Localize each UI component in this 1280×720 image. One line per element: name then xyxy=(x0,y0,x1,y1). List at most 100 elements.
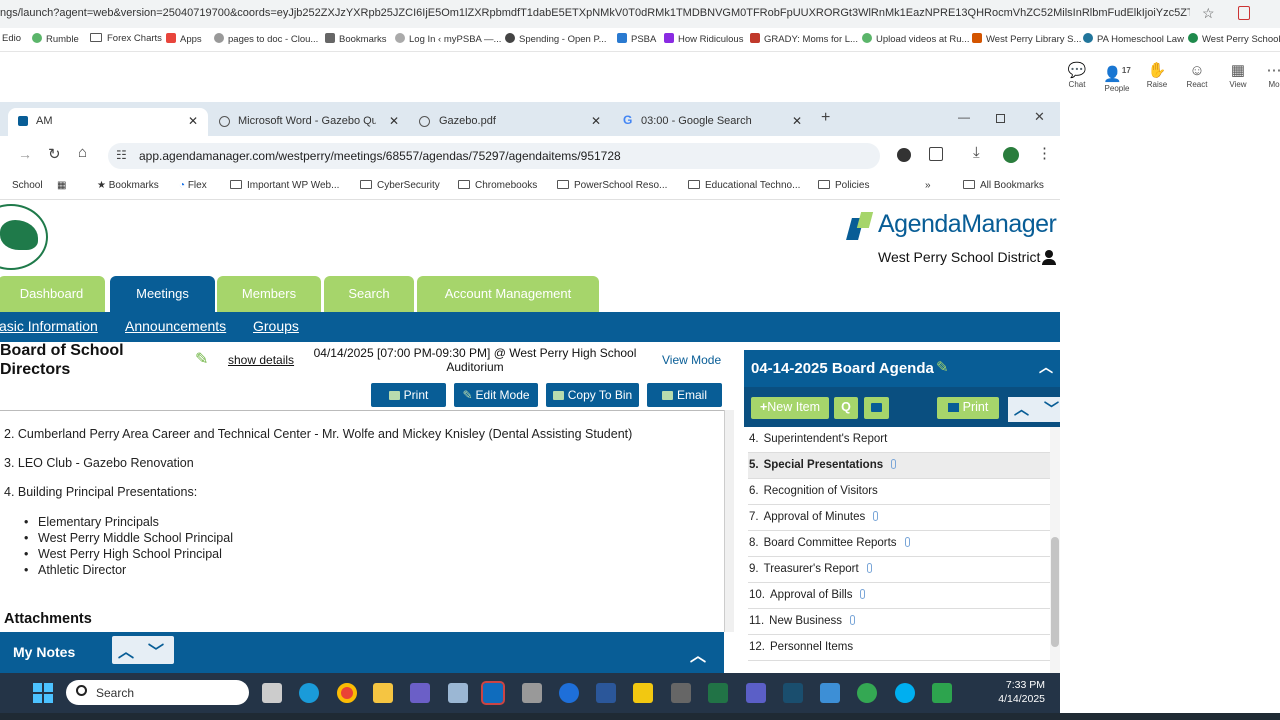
close-tab-icon[interactable]: ✕ xyxy=(389,114,399,128)
collapse-panel-icon[interactable]: ︿ xyxy=(1039,357,1053,377)
outer-bookmark[interactable]: Bookmarks xyxy=(325,33,387,45)
outer-bookmark[interactable]: Spending - Open P... xyxy=(505,33,607,45)
agenda-item[interactable]: 10. Approval of Bills xyxy=(748,583,1050,609)
outer-bookmark[interactable]: GRADY: Moms for L... xyxy=(750,33,858,45)
app-icon[interactable] xyxy=(410,683,430,703)
agenda-print-button[interactable]: Print xyxy=(937,397,999,419)
bookmark-cybersecurity[interactable]: CyberSecurity xyxy=(360,180,440,191)
outer-bookmark[interactable]: Rumble xyxy=(32,33,79,45)
react-button[interactable]: ☺ React xyxy=(1177,62,1217,89)
outer-address-bar[interactable]: ngs/launch?agent=web&version=25040719700… xyxy=(0,0,1280,28)
edit-pencil-icon[interactable]: ✎ xyxy=(195,349,208,369)
tab-word[interactable]: Microsoft Word - Gazebo Quot ✕ xyxy=(215,108,405,136)
outer-bookmark[interactable]: Log In ‹ myPSBA —... xyxy=(395,33,501,45)
subnav-basic-information[interactable]: asic Information xyxy=(0,318,98,334)
home-icon[interactable]: ⌂ xyxy=(78,144,87,161)
edit-mode-button[interactable]: ✎ Edit Mode xyxy=(454,383,538,407)
outer-bookmark[interactable]: Forex Charts xyxy=(90,33,162,44)
outer-bookmark[interactable]: PSBA xyxy=(617,33,656,45)
taskbar-search[interactable]: Search xyxy=(66,680,249,705)
skype-icon[interactable] xyxy=(895,683,915,703)
teams-icon[interactable] xyxy=(746,683,766,703)
bookmark-school[interactable]: School xyxy=(12,180,43,191)
bookmark-bookmarks[interactable]: ★ Bookmarks xyxy=(97,180,159,191)
agenda-item[interactable]: 6. Recognition of Visitors xyxy=(748,479,1050,505)
nav-members[interactable]: Members xyxy=(217,276,321,312)
attachment-clip-icon[interactable] xyxy=(891,459,897,469)
chat-button[interactable]: 💬 Chat xyxy=(1057,62,1097,89)
app-icon[interactable] xyxy=(448,683,468,703)
outer-bookmark[interactable]: West Perry School D xyxy=(1188,33,1280,45)
close-tab-icon[interactable]: ✕ xyxy=(792,114,802,128)
view-button[interactable]: ▦ View xyxy=(1218,62,1258,89)
edge-icon[interactable] xyxy=(299,683,319,703)
address-bar[interactable]: ☷ app.agendamanager.com/westperry/meetin… xyxy=(108,143,880,169)
email-button[interactable]: Email xyxy=(647,383,722,407)
outer-bookmark[interactable]: Edio xyxy=(2,33,21,44)
file-explorer-icon[interactable] xyxy=(373,683,393,703)
outlook-icon[interactable] xyxy=(481,681,505,705)
calculator-icon[interactable] xyxy=(671,683,691,703)
nav-dashboard[interactable]: Dashboard xyxy=(0,276,105,312)
bookmark-flex[interactable]: ◔ Flex xyxy=(179,180,207,191)
minimize-icon[interactable]: — xyxy=(958,110,970,124)
extension-icon[interactable] xyxy=(1238,6,1250,20)
q-button[interactable]: Q xyxy=(834,397,858,419)
power-bi-icon[interactable] xyxy=(633,683,653,703)
close-tab-icon[interactable]: ✕ xyxy=(188,114,198,128)
app-icon[interactable] xyxy=(522,683,542,703)
task-view-icon[interactable] xyxy=(262,683,282,703)
raise-button[interactable]: ✋ Raise xyxy=(1137,62,1177,89)
tab-am[interactable]: AM ✕ xyxy=(8,108,208,136)
outer-bookmark[interactable]: pages to doc - Clou... xyxy=(214,33,318,45)
agenda-scrollbar-thumb[interactable] xyxy=(1051,537,1059,647)
webex-icon[interactable] xyxy=(559,683,579,703)
menu-kebab-icon[interactable]: ⋮ xyxy=(1037,144,1052,162)
user-icon[interactable] xyxy=(1042,250,1056,266)
attachment-clip-icon[interactable] xyxy=(866,563,872,573)
outer-bookmark[interactable]: West Perry Library S... xyxy=(972,33,1081,45)
extension-circle-icon[interactable] xyxy=(897,148,911,162)
app-icon[interactable] xyxy=(820,683,840,703)
excel-icon[interactable] xyxy=(708,683,728,703)
move-down-icon[interactable]: ﹀ xyxy=(1044,398,1059,419)
attachment-clip-icon[interactable] xyxy=(904,537,910,547)
outer-bookmark[interactable]: Apps xyxy=(166,33,202,45)
bookmarks-overflow[interactable]: » xyxy=(925,180,931,191)
chrome-profile-icon[interactable] xyxy=(857,683,877,703)
forward-icon[interactable]: → xyxy=(18,146,32,162)
nav-meetings[interactable]: Meetings xyxy=(110,276,215,312)
close-window-icon[interactable]: ✕ xyxy=(1034,109,1045,125)
agenda-item[interactable]: 7. Approval of Minutes xyxy=(748,505,1050,531)
move-up-icon[interactable]: ︿ xyxy=(1014,398,1029,419)
outer-bookmark[interactable]: PA Homeschool Law xyxy=(1083,33,1184,45)
amazon-music-icon[interactable] xyxy=(783,683,803,703)
chevron-down-icon[interactable]: ﹀ xyxy=(148,638,164,662)
new-item-button[interactable]: +New Item xyxy=(751,397,829,419)
attachment-clip-icon[interactable] xyxy=(860,589,866,599)
nav-account-management[interactable]: Account Management xyxy=(417,276,599,312)
agenda-item[interactable]: 5. Special Presentations xyxy=(748,453,1050,479)
add-section-button[interactable] xyxy=(864,397,889,419)
bookmark-important-wp[interactable]: Important WP Web... xyxy=(230,180,339,191)
bookmark-chromebooks[interactable]: Chromebooks xyxy=(458,180,537,191)
close-tab-icon[interactable]: ✕ xyxy=(591,114,601,128)
agenda-item[interactable]: 12. Personnel Items xyxy=(748,635,1050,661)
attachment-clip-icon[interactable] xyxy=(850,615,856,625)
bookmark-powerschool[interactable]: PowerSchool Reso... xyxy=(557,180,667,191)
subnav-announcements[interactable]: Announcements xyxy=(125,318,226,334)
windows-start-icon[interactable] xyxy=(33,683,53,703)
apps-grid-icon[interactable]: ▦ xyxy=(57,180,66,191)
word-icon[interactable] xyxy=(596,683,616,703)
agenda-item[interactable]: 9. Treasurer's Report xyxy=(748,557,1050,583)
copy-to-bin-button[interactable]: Copy To Bin xyxy=(546,383,639,407)
all-bookmarks[interactable]: All Bookmarks xyxy=(963,180,1044,191)
collapse-notes-icon[interactable]: ︿ xyxy=(690,642,706,666)
restore-icon[interactable] xyxy=(996,114,1005,123)
edit-agenda-pencil-icon[interactable]: ✎ xyxy=(936,358,949,376)
chrome-icon[interactable] xyxy=(337,683,357,703)
outer-bookmark[interactable]: How Ridiculous xyxy=(664,33,743,45)
content-scrollbar[interactable] xyxy=(724,410,734,632)
agenda-item[interactable]: 4. Superintendent's Report xyxy=(748,427,1050,453)
tab-google-search[interactable]: G 03:00 - Google Search ✕ xyxy=(620,108,810,136)
